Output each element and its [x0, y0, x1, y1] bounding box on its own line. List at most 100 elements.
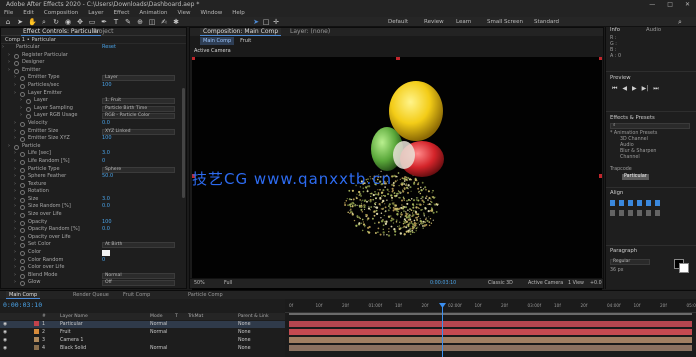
effect-property-row[interactable]: › Blend Mode Normal — [1, 272, 186, 280]
resolution-dropdown[interactable]: Full — [224, 281, 232, 286]
expand-chevron-icon[interactable]: › — [8, 59, 10, 67]
layer-parent-dropdown[interactable]: None — [238, 345, 251, 352]
type-tool-icon[interactable]: T — [112, 18, 120, 26]
layer-row[interactable]: ◉ 3 Camera 1 None — [0, 337, 285, 344]
effect-property-row[interactable]: › Color Random 0 — [1, 257, 186, 265]
effect-property-row[interactable]: › Life Random [%] 0 — [1, 158, 186, 166]
first-frame-icon[interactable]: ⏮ — [612, 85, 617, 93]
expand-chevron-icon[interactable]: › — [14, 234, 16, 242]
property-value[interactable]: 3.0 — [102, 150, 110, 158]
expand-chevron-icon[interactable]: › — [14, 173, 16, 181]
layer-parent-dropdown[interactable]: None — [238, 321, 251, 328]
layer-row[interactable]: ◉ 1 Particular Normal None — [0, 321, 285, 328]
property-value[interactable]: 100 — [102, 219, 112, 227]
tab-composition[interactable]: Composition: Main Comp — [200, 28, 282, 36]
expand-chevron-icon[interactable]: › — [14, 196, 16, 204]
expand-chevron-icon[interactable]: › — [14, 74, 16, 82]
property-dropdown[interactable]: XYZ Linked — [102, 128, 175, 135]
expand-chevron-icon[interactable]: › — [14, 82, 16, 90]
expand-chevron-icon[interactable]: › — [14, 203, 16, 211]
selected-effect-item[interactable]: Particular — [622, 174, 649, 180]
effect-property-row[interactable]: › Set Color At Birth — [1, 241, 186, 249]
effect-property-row[interactable]: › Size over Life — [1, 211, 186, 219]
align-middle-icon[interactable] — [646, 200, 651, 206]
workspace-standard[interactable]: Standard — [534, 18, 559, 26]
layer-label-color[interactable] — [34, 329, 39, 334]
shape-tool-icon[interactable]: □ — [262, 18, 270, 26]
align-bottom-icon[interactable] — [655, 200, 660, 206]
expand-chevron-icon[interactable]: › — [14, 219, 16, 227]
playhead-line[interactable] — [442, 303, 443, 357]
pen-tool-icon[interactable]: ✒ — [100, 18, 108, 26]
expand-chevron-icon[interactable]: › — [14, 272, 16, 280]
selection-tool-icon[interactable]: ➤ — [16, 18, 24, 26]
viewer-timecode[interactable]: 0:00:03:10 — [430, 281, 456, 286]
effect-property-row[interactable]: › Velocity 0.0 — [1, 120, 186, 128]
close-icon[interactable]: ✕ — [685, 0, 690, 9]
renderer-dropdown[interactable]: Classic 3D — [488, 281, 513, 286]
property-dropdown[interactable]: Particle Birth Time — [102, 105, 175, 112]
time-ruler[interactable]: 0f 10f 20f 01:00f 10f 20f 02:00f 10f 20f 03:00f 10… — [285, 303, 696, 313]
expand-chevron-icon[interactable]: › — [20, 105, 22, 113]
property-value[interactable]: Reset — [102, 44, 116, 52]
stopwatch-icon[interactable] — [20, 175, 25, 181]
property-dropdown[interactable]: Layer — [102, 75, 175, 82]
align-panel-title[interactable]: Align — [610, 190, 623, 197]
stopwatch-icon[interactable] — [20, 137, 25, 143]
property-value[interactable]: 3.0 — [102, 196, 110, 204]
menu-edit[interactable]: Edit — [23, 9, 34, 17]
layer-mode-dropdown[interactable]: Normal — [150, 321, 167, 328]
color-swatch[interactable] — [102, 250, 110, 257]
snapping-icon[interactable]: ➤ — [252, 18, 260, 26]
effect-property-row[interactable]: › Opacity Random [%] 0.0 — [1, 226, 186, 234]
effect-property-row[interactable]: › Life [sec] 3.0 — [1, 150, 186, 158]
effect-property-row[interactable]: › Layer 1. Fruit — [1, 97, 186, 105]
maximize-icon[interactable]: □ — [667, 0, 673, 9]
stopwatch-icon[interactable] — [20, 205, 25, 211]
layer-duration-bar[interactable] — [289, 329, 692, 335]
puppet-tool-icon[interactable]: ✱ — [172, 18, 180, 26]
stopwatch-icon[interactable] — [20, 258, 25, 264]
expand-chevron-icon[interactable]: › — [14, 249, 16, 257]
workspace-small-screen[interactable]: Small Screen — [487, 18, 523, 26]
roto-brush-tool-icon[interactable]: ✍ — [160, 18, 168, 26]
distribute-icon[interactable] — [655, 210, 660, 216]
expand-chevron-icon[interactable]: › — [8, 143, 10, 151]
stopwatch-icon[interactable] — [20, 213, 25, 219]
tab-main-comp[interactable]: Main Comp — [6, 291, 41, 299]
stopwatch-icon[interactable] — [20, 91, 25, 97]
tab-particle-comp[interactable]: Particle Comp — [185, 291, 226, 299]
effect-property-row[interactable]: › Color over Life — [1, 264, 186, 272]
layer-mode-dropdown[interactable]: Normal — [150, 329, 167, 336]
layer-parent-dropdown[interactable]: None — [238, 337, 251, 344]
effect-property-row[interactable]: › Particle — [1, 143, 186, 151]
workspace-default[interactable]: Default — [388, 18, 408, 26]
stopwatch-icon[interactable] — [26, 106, 31, 112]
last-frame-icon[interactable]: ⏭ — [653, 85, 658, 93]
layer-label-color[interactable] — [34, 321, 39, 326]
layer-duration-bar[interactable] — [289, 345, 692, 351]
effect-property-row[interactable]: › Sphere Feather 50.0 — [1, 173, 186, 181]
zoom-tool-icon[interactable]: ⌕ — [40, 18, 48, 26]
minimize-icon[interactable]: — — [649, 0, 655, 9]
effects-search-input[interactable]: ⌕ — [610, 123, 690, 129]
effect-property-row[interactable]: › Layer Sampling Particle Birth Time — [1, 105, 186, 113]
tab-effect-controls[interactable]: Effect Controls: Particular — [21, 28, 102, 36]
stopwatch-icon[interactable] — [20, 220, 25, 226]
effects-presets-title[interactable]: Effects & Presets — [610, 115, 655, 122]
effect-property-row[interactable]: › Layer Emitter — [1, 90, 186, 98]
stopwatch-icon[interactable] — [26, 99, 31, 105]
layer-label-color[interactable] — [34, 345, 39, 350]
expand-chevron-icon[interactable]: › — [20, 112, 22, 120]
stopwatch-icon[interactable] — [14, 61, 19, 67]
expand-chevron-icon[interactable]: › — [14, 90, 16, 98]
paragraph-panel-title[interactable]: Paragraph — [610, 248, 637, 255]
expand-chevron-icon[interactable]: › — [14, 257, 16, 265]
distribute-icon[interactable] — [646, 210, 651, 216]
property-value[interactable]: 0.0 — [102, 226, 110, 234]
expand-chevron-icon[interactable]: › — [14, 166, 16, 174]
audio-panel-title[interactable]: Audio — [646, 27, 661, 34]
view-layout-dropdown[interactable]: 1 View — [568, 281, 584, 286]
visibility-eye-icon[interactable]: ◉ — [3, 337, 7, 344]
effect-property-row[interactable]: › Designer — [1, 59, 186, 67]
